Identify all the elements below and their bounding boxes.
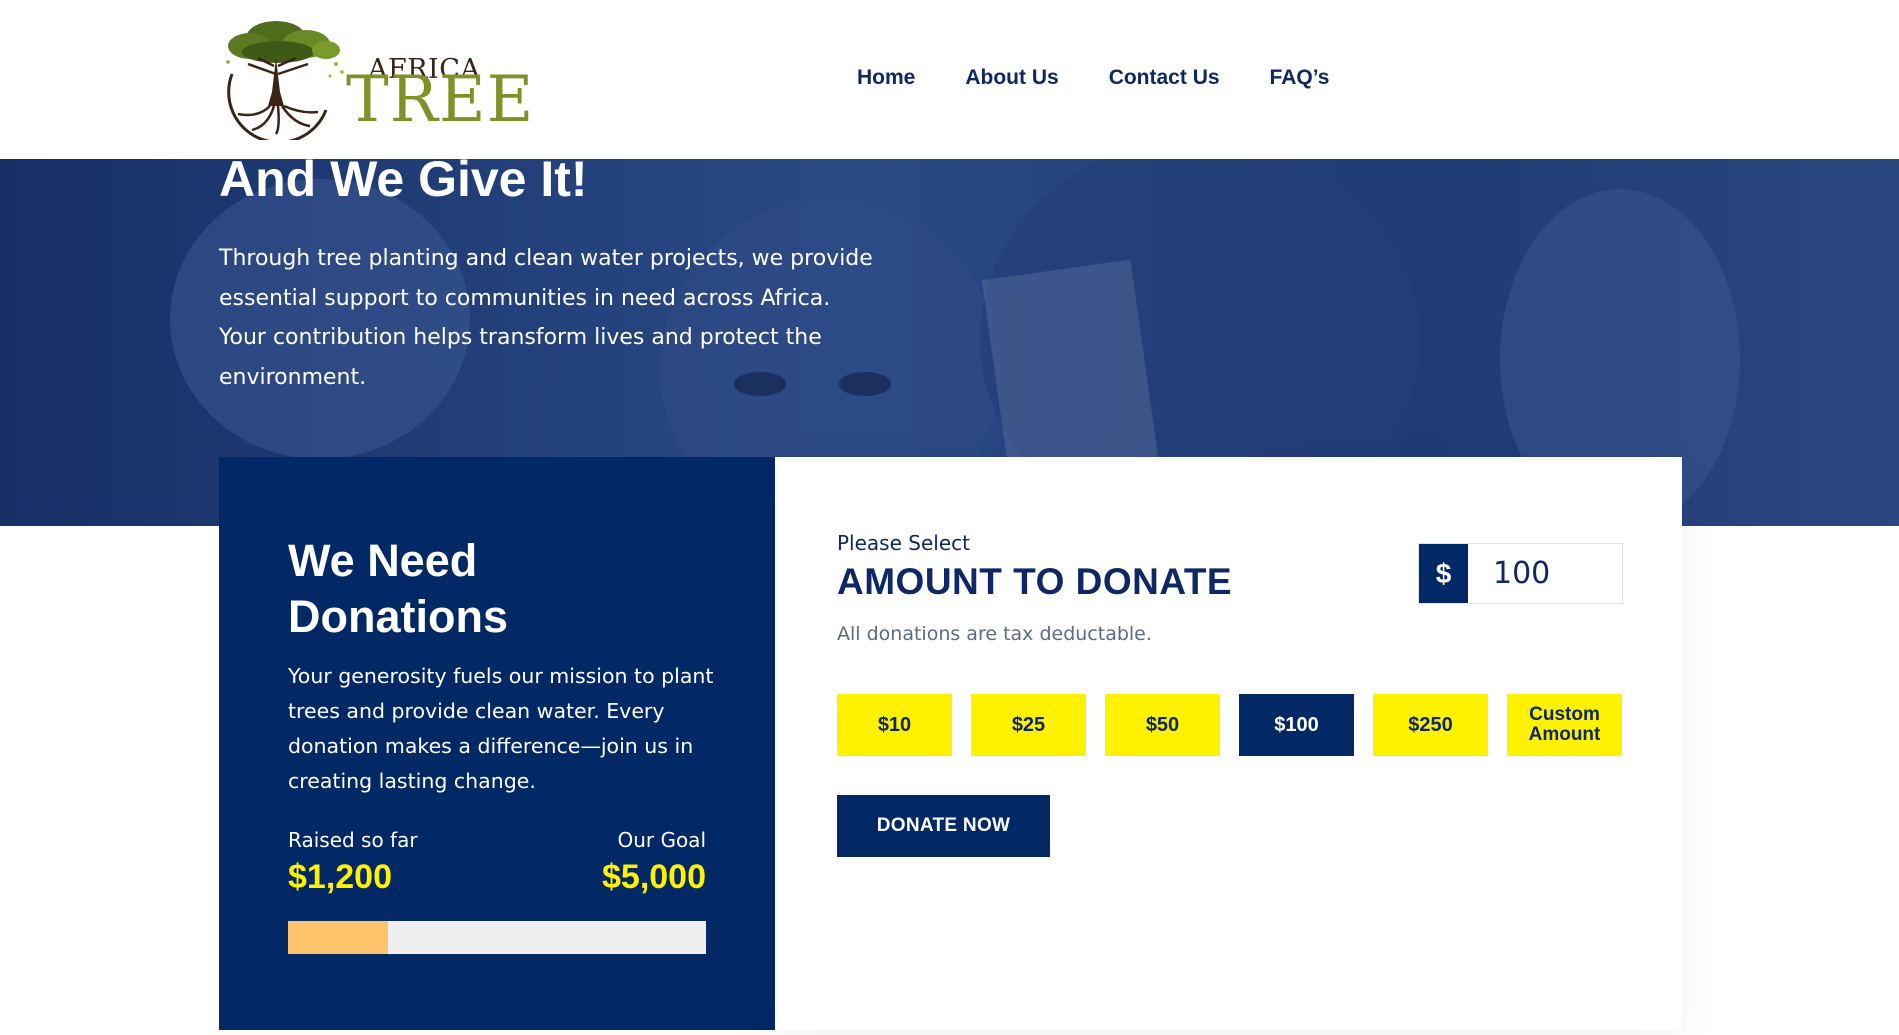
nav-faqs[interactable]: FAQ’s <box>1270 66 1330 90</box>
raised-value: $1,200 <box>288 858 392 896</box>
donate-form-panel: Please Select AMOUNT TO DONATE All donat… <box>775 457 1682 1030</box>
hero-description: Through tree planting and clean water pr… <box>219 246 873 390</box>
amount-options: $10 $25 $50 $100 $250 Custom Amount <box>837 694 1641 756</box>
amount-option-100[interactable]: $100 <box>1239 694 1354 756</box>
goal-label: Our Goal <box>617 828 706 852</box>
tax-deductible-note: All donations are tax deductable. <box>837 623 1152 645</box>
please-select-label: Please Select <box>837 531 970 555</box>
amount-option-250[interactable]: $250 <box>1373 694 1488 756</box>
nav-about-us[interactable]: About Us <box>965 66 1058 90</box>
amount-option-custom[interactable]: Custom Amount <box>1507 694 1622 756</box>
logo-tree-text: TREE <box>346 63 535 137</box>
main-nav: Home About Us Contact Us FAQ’s <box>857 66 1379 90</box>
amount-input[interactable] <box>1468 544 1622 603</box>
africa-tree-logo[interactable]: AFRICA TREE <box>218 14 533 140</box>
donate-now-button[interactable]: DONATE NOW <box>837 795 1050 857</box>
donation-progress-fill <box>288 921 389 954</box>
raised-label: Raised so far <box>288 828 418 852</box>
donation-info-panel: We Need Donations Your generosity fuels … <box>219 457 775 1030</box>
amount-field: $ <box>1418 543 1623 604</box>
amount-option-25[interactable]: $25 <box>971 694 1086 756</box>
dollar-icon: $ <box>1419 544 1468 603</box>
amount-to-donate-title: AMOUNT TO DONATE <box>837 561 1233 602</box>
nav-home[interactable]: Home <box>857 66 915 90</box>
donation-progress-bar <box>288 921 706 954</box>
site-header: AFRICA TREE Home About Us Contact Us FAQ… <box>0 0 1899 159</box>
donations-description: Your generosity fuels our mission to pla… <box>288 664 714 793</box>
amount-option-10[interactable]: $10 <box>837 694 952 756</box>
nav-contact-us[interactable]: Contact Us <box>1109 66 1220 90</box>
amount-option-50[interactable]: $50 <box>1105 694 1220 756</box>
donations-title: We Need Donations <box>288 535 508 642</box>
goal-value: $5,000 <box>602 858 706 896</box>
